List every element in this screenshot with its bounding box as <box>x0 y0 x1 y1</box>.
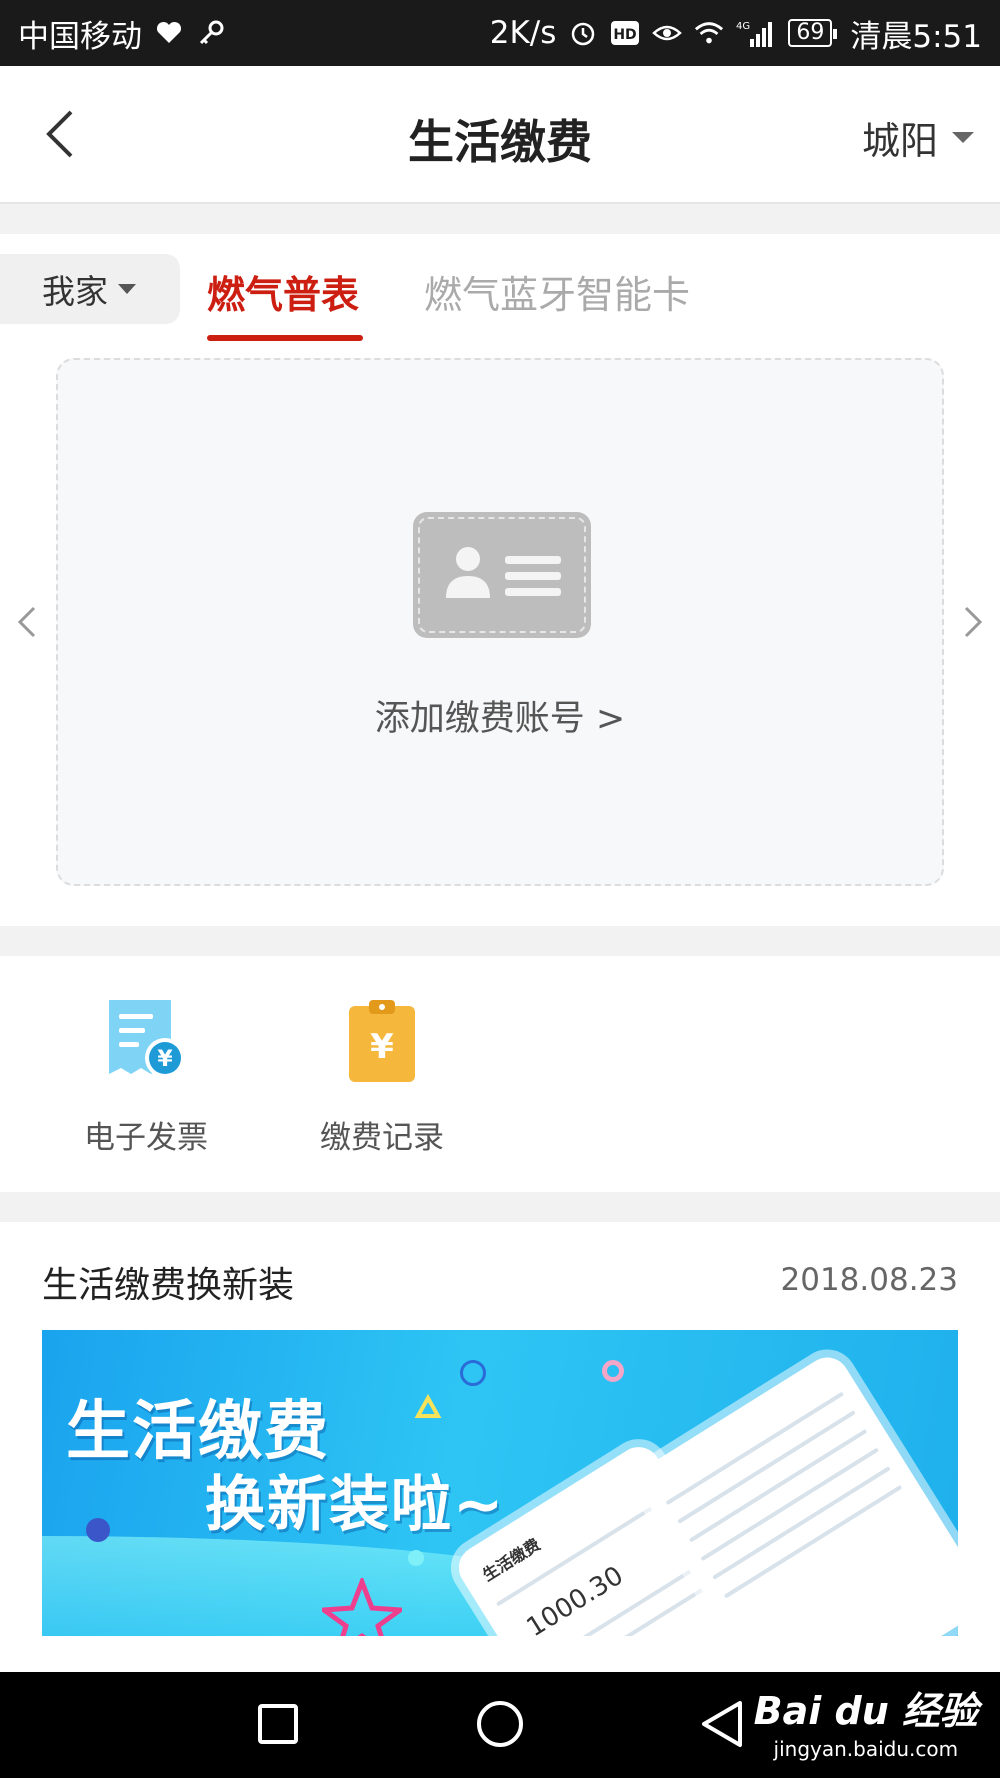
banner-decoration <box>86 1518 110 1542</box>
payment-records-button[interactable]: ¥ 缴费记录 <box>302 996 462 1157</box>
system-nav-bar: Bai du 经验 jingyan.baidu.com <box>0 1672 1000 1778</box>
wifi-icon <box>694 18 724 48</box>
clock: 清晨5:51 <box>850 18 982 55</box>
city-selector[interactable]: 城阳 <box>862 110 974 165</box>
svg-text:¥: ¥ <box>370 1027 394 1067</box>
tab-gas-meter[interactable]: 燃气普表 <box>207 264 359 319</box>
page-title: 生活缴费 <box>408 115 592 169</box>
e-invoice-button[interactable]: ¥ 电子发票 <box>66 996 226 1157</box>
banner-decoration <box>602 1360 624 1382</box>
add-account-area[interactable]: 添加缴费账号 > <box>56 358 944 886</box>
news-title: 生活缴费换新装 <box>42 1265 295 1306</box>
page-header: 生活缴费 城阳 <box>0 66 1000 204</box>
system-back-button[interactable] <box>692 1694 752 1754</box>
city-label: 城阳 <box>861 119 938 163</box>
e-invoice-label: 电子发票 <box>84 1120 208 1156</box>
next-arrow-icon[interactable] <box>962 604 986 644</box>
svg-text:HD: HD <box>614 27 637 43</box>
add-account-link[interactable]: 添加缴费账号 > <box>58 690 942 741</box>
banner-decoration <box>408 1550 424 1566</box>
watermark: Bai du 经验 jingyan.baidu.com <box>754 1680 978 1761</box>
circle-icon <box>477 1701 523 1747</box>
recent-apps-button[interactable] <box>248 1694 308 1754</box>
triangle-back-icon <box>702 1701 742 1747</box>
id-card-icon <box>413 512 591 638</box>
watermark-logo: Bai du 经验 <box>753 1689 978 1733</box>
eye-icon <box>652 18 683 48</box>
payment-records-label: 缴费记录 <box>320 1120 444 1156</box>
svg-text:¥: ¥ <box>157 1047 173 1072</box>
news-card[interactable]: 生活缴费换新装 2018.08.23 生活缴费 换新装啦~ 生活缴费 1000.… <box>0 1222 1000 1672</box>
banner-subheadline: 换新装啦~ <box>205 1470 506 1540</box>
key-icon <box>196 18 226 48</box>
home-label: 我家 <box>42 272 108 311</box>
active-tab-indicator <box>207 335 363 341</box>
service-shortcuts: ¥ 电子发票 ¥ 缴费记录 <box>0 956 1000 1192</box>
home-button[interactable] <box>470 1694 530 1754</box>
watermark-url: jingyan.baidu.com <box>773 1737 959 1761</box>
carrier-label: 中国移动 <box>18 18 142 55</box>
tab-bar: 我家 燃气普表 燃气蓝牙智能卡 <box>0 234 1000 344</box>
invoice-icon: ¥ <box>109 1000 185 1078</box>
battery-indicator: 69 <box>788 19 838 47</box>
cellular-signal-icon: 4G <box>736 18 776 48</box>
caret-down-icon <box>952 132 974 143</box>
status-bar: 中国移动 2K/s HD 4G 69 清晨5:51 <box>0 0 1000 66</box>
news-date: 2018.08.23 <box>780 1262 959 1298</box>
alarm-icon <box>568 18 598 48</box>
tab-gas-bluetooth-card[interactable]: 燃气蓝牙智能卡 <box>424 264 690 319</box>
star-decoration <box>322 1578 402 1636</box>
network-speed: 2K/s <box>489 15 557 51</box>
banner-decoration <box>460 1360 486 1386</box>
heart-icon <box>154 18 184 48</box>
news-banner[interactable]: 生活缴费 换新装啦~ 生活缴费 1000.30 <box>42 1330 958 1636</box>
previous-arrow-icon[interactable] <box>14 604 38 644</box>
hd-icon: HD <box>610 18 640 48</box>
clipboard-yuan-icon: ¥ <box>349 1000 415 1082</box>
bill-account-card: 我家 燃气普表 燃气蓝牙智能卡 添加缴费账号 > <box>0 234 1000 926</box>
triangle-decoration <box>414 1394 442 1418</box>
home-selector[interactable]: 我家 <box>0 254 180 324</box>
caret-down-icon <box>118 284 136 294</box>
square-icon <box>258 1704 298 1744</box>
network-type: 4G <box>736 21 750 32</box>
